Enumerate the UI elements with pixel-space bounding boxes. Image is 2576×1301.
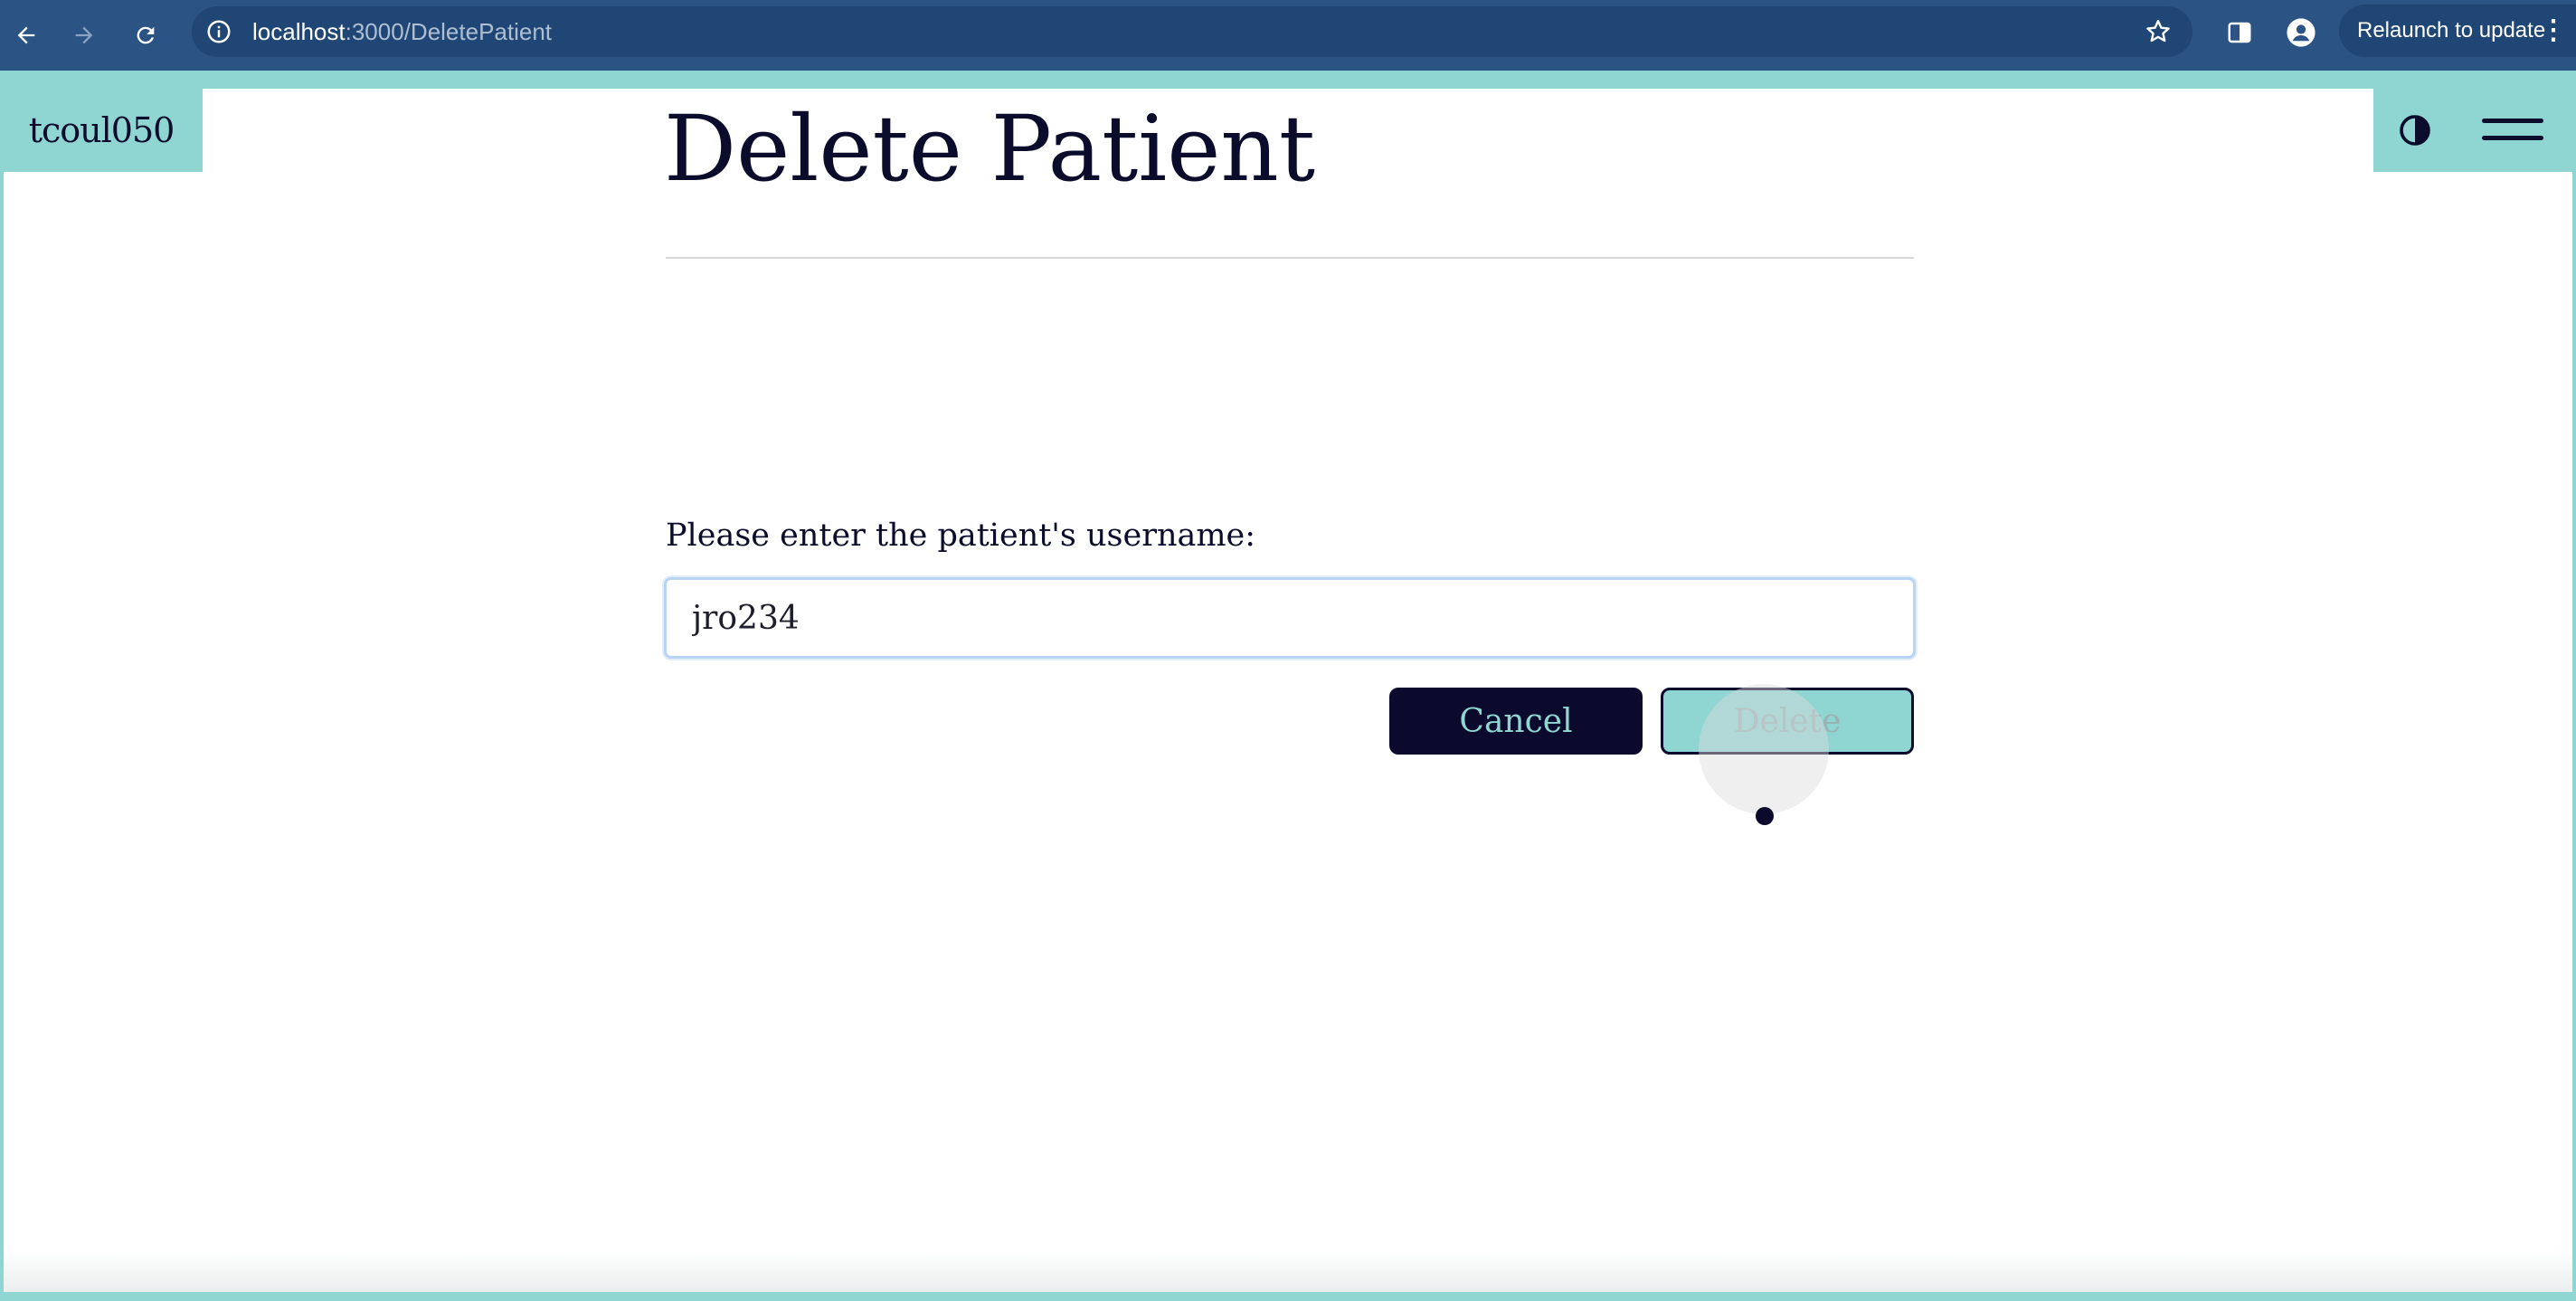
username-input[interactable] — [664, 577, 1916, 659]
url-host: localhost — [252, 18, 346, 45]
page-title: Delete Patient — [664, 96, 1316, 202]
star-icon[interactable] — [2142, 15, 2174, 48]
reload-icon — [137, 26, 155, 44]
relaunch-to-update-button[interactable]: Relaunch to update ⋮ — [2339, 5, 2576, 57]
cancel-button[interactable]: Cancel — [1389, 688, 1643, 755]
arrow-left-icon — [17, 26, 35, 44]
url-path: :3000/DeletePatient — [345, 18, 553, 45]
address-bar[interactable]: localhost:3000/DeletePatient — [192, 6, 2192, 57]
page-content — [4, 89, 2572, 1292]
brand-text: tcoul050 — [28, 110, 175, 150]
page-background: tcoul050 — [0, 71, 2576, 1301]
username-label: Please enter the patient's username: — [666, 518, 1256, 554]
url-text[interactable]: localhost:3000/DeletePatient — [252, 6, 552, 57]
back-button[interactable] — [7, 16, 45, 54]
reload-button[interactable] — [127, 16, 165, 54]
hamburger-menu-icon[interactable] — [2482, 117, 2543, 144]
menu-line — [2482, 136, 2543, 140]
browser-menu-icon[interactable]: ⋮ — [2540, 5, 2567, 57]
profile-icon[interactable] — [2281, 13, 2321, 52]
relaunch-label: Relaunch to update — [2357, 18, 2546, 43]
menu-line — [2482, 119, 2543, 123]
brand-logo[interactable]: tcoul050 — [0, 89, 203, 172]
browser-toolbar: localhost:3000/DeletePatient Relaunch to… — [0, 0, 2576, 71]
header-actions — [2373, 89, 2576, 172]
contrast-icon[interactable] — [2399, 114, 2431, 147]
side-panel-icon[interactable] — [2221, 14, 2258, 51]
title-divider — [666, 257, 1914, 259]
arrow-right-icon — [75, 26, 93, 44]
info-icon[interactable] — [203, 15, 235, 48]
forward-button[interactable] — [65, 16, 103, 54]
delete-button[interactable]: Delete — [1661, 688, 1914, 755]
